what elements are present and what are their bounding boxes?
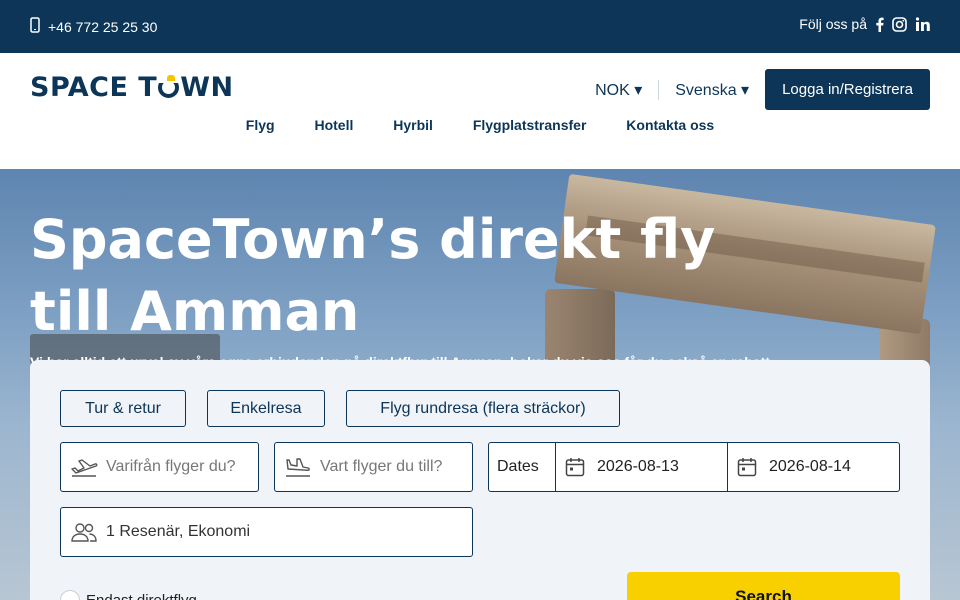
main-nav: Flyg Hotell Hyrbil Flygplatstransfer Kon… <box>0 117 960 133</box>
passengers-icon <box>70 522 98 542</box>
search-button[interactable]: Search <box>627 572 900 600</box>
spacetown-logo[interactable]: SPACE TOWN SPACE TWN <box>30 72 234 103</box>
return-date-field[interactable]: 2026-08-14 <box>727 442 900 492</box>
site-header: SPACE TOWN SPACE TWN NOK ▾ Svenska ▾ Log… <box>0 53 960 169</box>
login-button[interactable]: Logga in/Registrera <box>765 69 930 110</box>
passengers-field[interactable]: 1 Resenär, Ekonomi <box>60 507 473 557</box>
hero-title: SpaceTown’s direkt fly till Amman <box>30 208 716 343</box>
direct-only-option[interactable]: Endast direktflyg <box>60 590 197 600</box>
trip-type-round[interactable]: Tur & retur <box>60 390 186 427</box>
social-links: Följ oss på <box>799 16 930 32</box>
depart-date-value[interactable]: 2026-08-13 <box>597 458 679 476</box>
to-input[interactable]: Vart flyger du till? <box>320 458 442 476</box>
phone-contact[interactable]: +46 772 25 25 30 <box>30 17 157 36</box>
phone-number[interactable]: +46 772 25 25 30 <box>48 19 157 35</box>
calendar-icon <box>565 457 585 477</box>
from-input[interactable]: Varifrån flyger du? <box>106 458 236 476</box>
linkedin-icon[interactable] <box>915 16 930 32</box>
return-date-value[interactable]: 2026-08-14 <box>769 458 851 476</box>
language-selector[interactable]: Svenska ▾ <box>659 80 765 100</box>
plane-landing-icon <box>284 457 312 477</box>
nav-item-hyrbil[interactable]: Hyrbil <box>393 117 433 133</box>
calendar-icon <box>737 457 757 477</box>
logo-part-1: SPACE T <box>30 72 158 103</box>
phone-icon <box>30 17 48 36</box>
trip-type-oneway[interactable]: Enkelresa <box>207 390 325 427</box>
hero-banner: SpaceTown’s direkt fly till Amman Vi har… <box>0 169 960 600</box>
passengers-value[interactable]: 1 Resenär, Ekonomi <box>106 523 250 541</box>
nav-item-kontakta-oss[interactable]: Kontakta oss <box>626 117 714 133</box>
instagram-icon[interactable] <box>892 16 907 32</box>
to-field[interactable]: Vart flyger du till? <box>274 442 473 492</box>
from-field[interactable]: Varifrån flyger du? <box>60 442 259 492</box>
currency-selector[interactable]: NOK ▾ <box>579 80 658 100</box>
logo-o-mark <box>158 73 180 98</box>
top-bar: +46 772 25 25 30 Följ oss på <box>0 0 960 53</box>
nav-item-flyg[interactable]: Flyg <box>246 117 275 133</box>
depart-date-field[interactable]: 2026-08-13 <box>555 442 728 492</box>
flight-search-card: Tur & retur Enkelresa Flyg rundresa (fle… <box>30 360 930 600</box>
plane-takeoff-icon <box>70 457 98 477</box>
follow-label: Följ oss på <box>799 16 867 32</box>
nav-item-flygplatstransfer[interactable]: Flygplatstransfer <box>473 117 587 133</box>
trip-type-multicity[interactable]: Flyg rundresa (flera sträckor) <box>346 390 620 427</box>
nav-item-hotell[interactable]: Hotell <box>314 117 353 133</box>
direct-only-label: Endast direktflyg <box>86 591 197 600</box>
facebook-icon[interactable] <box>875 17 884 32</box>
direct-only-radio[interactable] <box>60 590 80 600</box>
logo-part-2: WN <box>180 72 234 103</box>
dates-label: Dates <box>488 442 556 492</box>
header-actions: NOK ▾ Svenska ▾ Logga in/Registrera <box>579 69 930 110</box>
